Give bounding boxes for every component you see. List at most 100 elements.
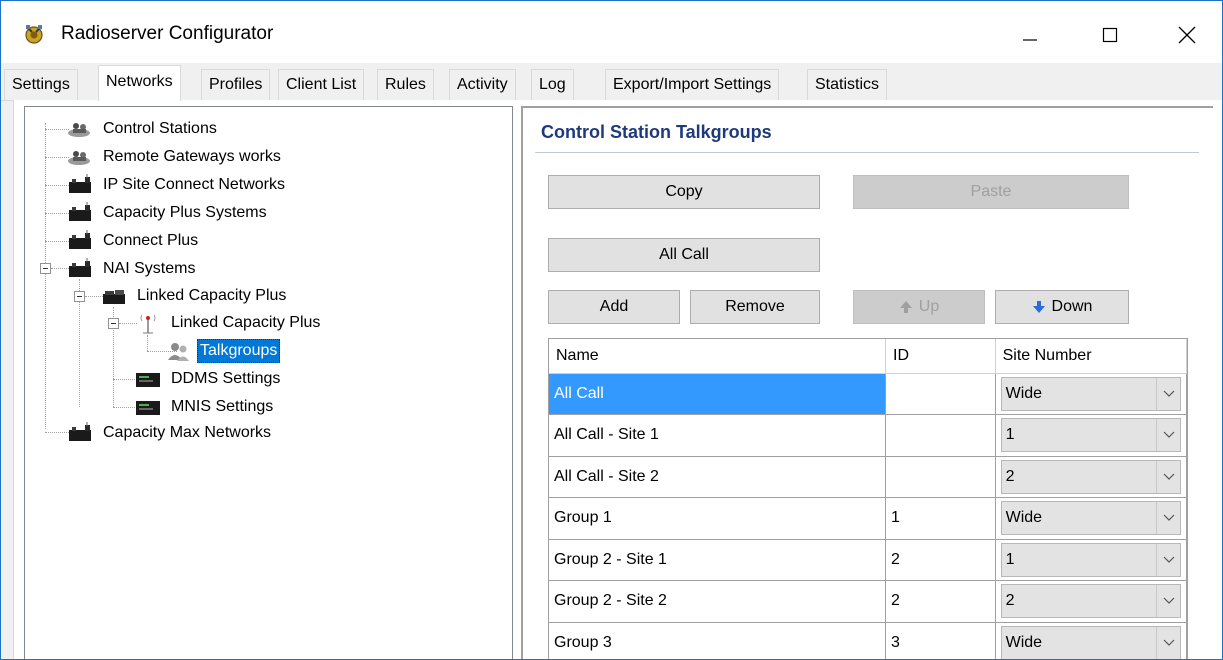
radioserver-app-icon bbox=[23, 23, 45, 45]
table-row[interactable]: Group 2 - Site 2 2 2 bbox=[549, 580, 1187, 623]
minimize-icon bbox=[1023, 39, 1037, 41]
window-title: Radioserver Configurator bbox=[61, 23, 274, 44]
tree-item-linked-capacity-plus[interactable]: Linked Capacity Plus bbox=[99, 284, 288, 308]
repeater-icon bbox=[99, 285, 129, 307]
paste-button[interactable]: Paste bbox=[853, 175, 1129, 209]
tree-item-talkgroups[interactable]: Talkgroups bbox=[167, 339, 281, 363]
chevron-down-icon[interactable] bbox=[1156, 626, 1180, 659]
server-icon bbox=[133, 396, 163, 418]
arrow-up-icon bbox=[899, 300, 913, 314]
antenna-icon bbox=[133, 312, 163, 334]
name-cell[interactable]: Group 1 bbox=[549, 497, 887, 540]
maximize-button[interactable] bbox=[1087, 15, 1133, 55]
repeater-icon bbox=[65, 422, 95, 444]
site-number-cell[interactable]: Wide bbox=[995, 497, 1187, 540]
id-cell[interactable]: 2 bbox=[885, 580, 996, 623]
column-header-site-number[interactable]: Site Number bbox=[995, 339, 1187, 374]
tab-rules[interactable]: Rules bbox=[377, 69, 434, 100]
table-row[interactable]: All Call - Site 1 1 bbox=[549, 414, 1187, 457]
repeater-icon bbox=[65, 258, 95, 280]
column-header-id[interactable]: ID bbox=[885, 339, 996, 374]
name-cell[interactable]: Group 2 - Site 2 bbox=[549, 580, 887, 623]
id-cell[interactable]: 3 bbox=[885, 622, 996, 659]
networks-tree[interactable]: Control Stations Remote Gateways works I… bbox=[24, 106, 513, 659]
tree-item-mnis-settings[interactable]: MNIS Settings bbox=[133, 395, 275, 419]
column-header-name[interactable]: Name bbox=[549, 339, 887, 374]
collapse-icon[interactable] bbox=[74, 291, 85, 302]
name-cell[interactable]: All Call - Site 1 bbox=[549, 414, 887, 457]
tree-item-control-stations[interactable]: Control Stations bbox=[65, 117, 219, 141]
tree-item-ddms-settings[interactable]: DDMS Settings bbox=[133, 367, 282, 391]
chevron-down-icon[interactable] bbox=[1156, 460, 1180, 493]
site-number-dropdown[interactable]: Wide bbox=[1000, 501, 1181, 536]
table-row[interactable]: All Call - Site 2 2 bbox=[549, 456, 1187, 498]
tree-item-connect-plus[interactable]: Connect Plus bbox=[65, 229, 200, 253]
app-window: Radioserver Configurator Settings Networ… bbox=[0, 0, 1223, 660]
name-cell[interactable]: Group 2 - Site 1 bbox=[549, 539, 887, 581]
tab-settings[interactable]: Settings bbox=[4, 69, 78, 100]
add-button[interactable]: Add bbox=[548, 290, 680, 324]
tree-item-capacity-plus-systems[interactable]: Capacity Plus Systems bbox=[65, 201, 269, 225]
site-number-dropdown[interactable]: 2 bbox=[1000, 459, 1181, 494]
tab-networks[interactable]: Networks bbox=[98, 65, 181, 101]
up-button[interactable]: Up bbox=[853, 290, 985, 324]
site-number-dropdown[interactable]: Wide bbox=[1000, 376, 1181, 411]
tab-statistics[interactable]: Statistics bbox=[807, 69, 888, 100]
all-call-button[interactable]: All Call bbox=[548, 238, 820, 272]
talkgroups-grid[interactable]: Name ID Site Number All Call Wide All Ca… bbox=[548, 338, 1188, 659]
site-number-cell[interactable]: Wide bbox=[995, 622, 1187, 659]
minimize-button[interactable] bbox=[1007, 15, 1053, 55]
site-number-dropdown[interactable]: Wide bbox=[1000, 625, 1181, 659]
site-number-cell[interactable]: 1 bbox=[995, 539, 1187, 581]
site-number-dropdown[interactable]: 1 bbox=[1000, 542, 1181, 577]
id-cell[interactable]: 1 bbox=[885, 497, 996, 540]
chevron-down-icon[interactable] bbox=[1156, 502, 1180, 535]
table-row[interactable]: Group 2 - Site 1 2 1 bbox=[549, 539, 1187, 581]
tab-client-list[interactable]: Client List bbox=[278, 69, 365, 100]
id-cell[interactable] bbox=[885, 373, 996, 415]
id-cell[interactable] bbox=[885, 414, 996, 457]
name-cell[interactable]: All Call bbox=[549, 373, 887, 415]
site-number-dropdown[interactable]: 2 bbox=[1000, 584, 1181, 619]
talkgroups-icon bbox=[167, 340, 191, 362]
id-cell[interactable]: 2 bbox=[885, 539, 996, 581]
tab-profiles[interactable]: Profiles bbox=[201, 69, 271, 100]
site-number-cell[interactable]: 1 bbox=[995, 414, 1187, 457]
table-row[interactable]: Group 1 1 Wide bbox=[549, 497, 1187, 540]
collapse-icon[interactable] bbox=[40, 263, 51, 274]
chevron-down-icon[interactable] bbox=[1156, 543, 1180, 576]
chevron-down-icon[interactable] bbox=[1156, 377, 1180, 410]
tree-item-nai-systems[interactable]: NAI Systems bbox=[65, 257, 197, 281]
tree-item-remote-gateways[interactable]: Remote Gateways works bbox=[65, 145, 283, 169]
networks-tab-content: Control Stations Remote Gateways works I… bbox=[13, 100, 1222, 659]
name-cell[interactable]: Group 3 bbox=[549, 622, 887, 659]
site-number-cell[interactable]: 2 bbox=[995, 580, 1187, 623]
tree-item-linked-capacity-plus-site[interactable]: Linked Capacity Plus bbox=[133, 311, 322, 335]
close-button[interactable] bbox=[1164, 15, 1210, 55]
grid-header-row: Name ID Site Number bbox=[549, 339, 1187, 374]
tree-item-ip-site-connect[interactable]: IP Site Connect Networks bbox=[65, 173, 287, 197]
chevron-down-icon[interactable] bbox=[1156, 585, 1180, 618]
tree-item-capacity-max-networks[interactable]: Capacity Max Networks bbox=[65, 421, 273, 445]
arrow-down-icon bbox=[1032, 300, 1046, 314]
remote-gateways-icon bbox=[65, 146, 95, 168]
site-number-cell[interactable]: 2 bbox=[995, 456, 1187, 498]
control-stations-icon bbox=[65, 118, 95, 140]
copy-button[interactable]: Copy bbox=[548, 175, 820, 209]
remove-button[interactable]: Remove bbox=[690, 290, 820, 324]
table-row[interactable]: Group 3 3 Wide bbox=[549, 622, 1187, 659]
tab-log[interactable]: Log bbox=[531, 69, 574, 100]
chevron-down-icon[interactable] bbox=[1156, 419, 1180, 452]
collapse-icon[interactable] bbox=[108, 318, 119, 329]
table-row[interactable]: All Call Wide bbox=[549, 373, 1187, 415]
repeater-icon bbox=[65, 202, 95, 224]
site-number-cell[interactable]: Wide bbox=[995, 373, 1187, 415]
down-button[interactable]: Down bbox=[995, 290, 1129, 324]
name-cell[interactable]: All Call - Site 2 bbox=[549, 456, 887, 498]
site-number-dropdown[interactable]: 1 bbox=[1000, 418, 1181, 453]
id-cell[interactable] bbox=[885, 456, 996, 498]
tab-activity[interactable]: Activity bbox=[449, 69, 516, 100]
section-title: Control Station Talkgroups bbox=[541, 122, 772, 142]
tab-export-import-settings[interactable]: Export/Import Settings bbox=[605, 69, 780, 100]
talkgroups-panel: Control Station Talkgroups Copy Paste Al… bbox=[521, 106, 1213, 659]
